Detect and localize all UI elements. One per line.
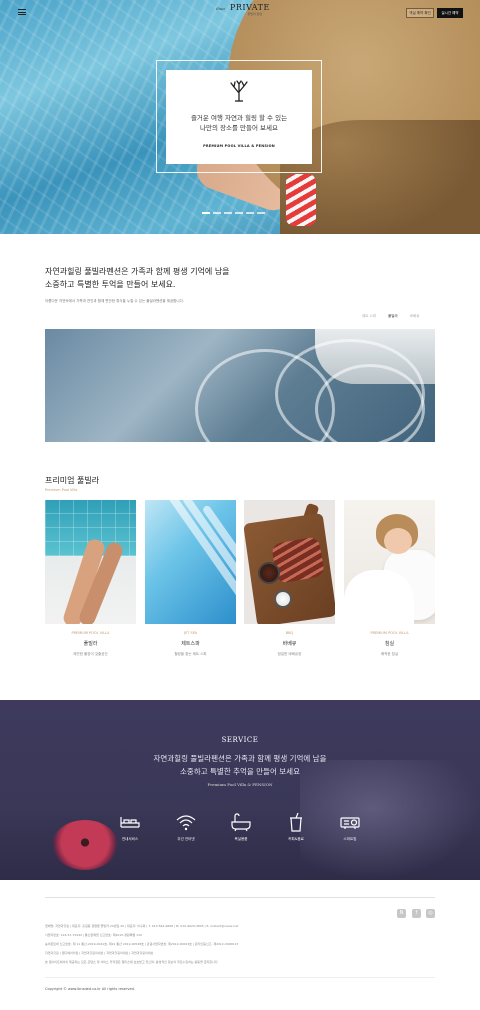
service-label: 무선 인터넷 bbox=[177, 837, 195, 841]
tab-jet-spa[interactable]: 제트 스파 bbox=[362, 314, 376, 319]
intro-title-line1: 자연과힐링 풀빌라펜션은 가족과 함께 평생 기억에 남을 bbox=[45, 267, 230, 276]
pepper-bowl-detail bbox=[258, 562, 280, 584]
slide-dot[interactable] bbox=[235, 212, 243, 214]
sns-glyph: f bbox=[412, 909, 421, 918]
logo-script: ihuo bbox=[216, 6, 225, 11]
service-item: 욕실용품 bbox=[216, 812, 266, 842]
footer-license-info: 농어촌민박 신고번호: 제 11 통산-2019-0041호, 제21 통산 2… bbox=[45, 942, 239, 946]
card-title: 바베큐 bbox=[282, 641, 297, 647]
service-item: 스마트빔 bbox=[325, 812, 375, 842]
service-item: 안내서비스 bbox=[105, 812, 155, 842]
card-description: 정갈한 바베큐장 bbox=[277, 652, 302, 656]
service-item: 커피&음료 bbox=[271, 812, 321, 842]
card-description: 깨끗한 풀장이 갖출공간 bbox=[73, 652, 108, 656]
room-card[interactable]: BBQ 바베큐 정갈한 바베큐장 bbox=[244, 500, 335, 656]
face-detail bbox=[384, 528, 412, 554]
footer-divider bbox=[45, 977, 435, 978]
bedroom-photo bbox=[344, 500, 435, 624]
room-card[interactable]: PREMIUM POOL VILLA 침실 쾌적한 침실 bbox=[344, 500, 435, 656]
service-label: 커피&음료 bbox=[288, 837, 304, 841]
room-card[interactable]: JET SPA 제트스파 힐링을 찾는 제트 스파 bbox=[145, 500, 236, 656]
blanket-detail bbox=[344, 570, 414, 624]
jet-spa-photo bbox=[145, 500, 236, 624]
slider-indicator bbox=[202, 212, 265, 214]
bbq-photo bbox=[244, 500, 335, 624]
service-section: SERVICE 자연과힐링 풀빌라펜션은 가족과 함께 평생 기억에 남을 소중… bbox=[0, 700, 480, 880]
instagram-icon[interactable]: ◎ bbox=[426, 909, 435, 918]
hero-caption-box: 즐거운 여행 자연과 힐링 할 수 있는 나만의 장소를 만들어 보세요 PRE… bbox=[166, 70, 312, 164]
logo-title: PRIVATE bbox=[230, 3, 270, 12]
card-description: 힐링을 찾는 제트 스파 bbox=[174, 652, 207, 656]
pool-villa-photo bbox=[45, 500, 136, 624]
facility-feature-image bbox=[45, 329, 435, 442]
card-category: BBQ bbox=[285, 631, 294, 635]
footer-copyright-notice: 본 웹사이트에서의 제공되는 모든 콘텐츠 및 서비스 저작권은 웹리츠에 보호… bbox=[45, 960, 218, 964]
tree-icon bbox=[230, 80, 248, 102]
facility-tabs: 제트 스파 풀빌라 바베큐 bbox=[362, 314, 419, 319]
premium-section-subtitle: Premium Pool Villa bbox=[45, 488, 78, 492]
card-title: 제트스파 bbox=[181, 641, 200, 647]
coffee-cup-icon bbox=[290, 812, 302, 832]
slide-dot[interactable] bbox=[213, 212, 221, 214]
footer-business-number: 사업자번호: 124-57-75442 | 통신판매업 신고번호: 제2015-… bbox=[45, 933, 142, 937]
room-card[interactable]: PREMIUM POOL VILLA 풀빌라 깨끗한 풀장이 갖출공간 bbox=[45, 500, 136, 656]
facebook-icon[interactable]: f bbox=[412, 909, 421, 918]
projector-icon bbox=[340, 817, 360, 829]
tab-bbq[interactable]: 바베큐 bbox=[410, 314, 420, 319]
service-item: 무선 인터넷 bbox=[161, 812, 211, 842]
reservation-check-button[interactable]: 객실 예약 확인 bbox=[406, 8, 434, 18]
intro-title-line2: 소중하고 특별한 투억을 만들어 보세요. bbox=[45, 280, 176, 289]
salt-bowl-detail bbox=[274, 590, 292, 608]
site-logo[interactable]: ihuo PRIVATE 풀빌라·펜션 bbox=[216, 3, 270, 16]
footer-divider bbox=[45, 897, 435, 898]
service-subtitle: Premium Pool Villa & PENSION bbox=[207, 782, 273, 787]
sns-glyph: ◎ bbox=[426, 909, 435, 918]
slide-dot[interactable] bbox=[202, 212, 210, 214]
swimsuit-photo-detail bbox=[286, 174, 316, 226]
wifi-icon bbox=[176, 815, 196, 831]
hamburger-icon[interactable] bbox=[18, 9, 26, 15]
premium-section-title: 프리미엄 풀빌라 bbox=[45, 476, 100, 485]
tab-pool-villa[interactable]: 풀빌라 bbox=[388, 314, 398, 319]
card-category: JET SPA bbox=[184, 631, 197, 635]
card-title: 침실 bbox=[384, 641, 395, 647]
slide-dot[interactable] bbox=[246, 212, 254, 214]
hero-headline-line2: 나만의 장소를 만들어 보세요 bbox=[200, 124, 278, 132]
slide-dot[interactable] bbox=[224, 212, 232, 214]
card-title: 풀빌라 bbox=[83, 641, 98, 647]
card-category: PREMIUM POOL VILLA bbox=[71, 631, 110, 635]
hero-banner: 즐거운 여행 자연과 힐링 할 수 있는 나만의 장소를 만들어 보세요 PRE… bbox=[0, 0, 480, 234]
card-description: 쾌적한 침실 bbox=[380, 652, 399, 656]
service-headline-line2: 소중하고 특별한 추억을 만들어 보세요 bbox=[180, 767, 300, 776]
service-label: 안내서비스 bbox=[121, 837, 139, 841]
bed-icon bbox=[120, 817, 140, 828]
card-category: PREMIUM POOL VILLA bbox=[370, 631, 409, 635]
copyright-text: Copyright © www.ibnsded.co.kr All rights… bbox=[45, 987, 135, 991]
service-headline-line1: 자연과힐링 풀빌라펜션은 가족과 함께 평생 기억에 남을 bbox=[153, 754, 327, 763]
bathtub-icon bbox=[231, 813, 251, 832]
site-header: ihuo PRIVATE 풀빌라·펜션 객실 예약 확인 실시간 예약 bbox=[0, 0, 480, 24]
footer-links[interactable]: 자연과힐링 | 웹디에이치월 | 자연과힐링의세상 | 자연과힐링의세상 | 자… bbox=[45, 951, 153, 955]
hero-headline-line1: 즐거운 여행 자연과 힐링 할 수 있는 bbox=[190, 114, 288, 122]
slide-dot[interactable] bbox=[257, 212, 265, 214]
intro-description: 아름다운 자연속에서 가족과 연인과 함께 편안한 휴식을 누릴 수 있는 풀빌… bbox=[45, 299, 184, 303]
hero-subtitle: PREMIUM POOL VILLA & PENSION bbox=[203, 144, 275, 148]
footer-company-info: 업체명: 자연과힐링 | 대표자: 홍길동 정말펜 풀빌라 20번길 20 | … bbox=[45, 924, 239, 928]
logo-subtitle: 풀빌라·펜션 bbox=[247, 12, 263, 16]
service-label: 욕실용품 bbox=[234, 837, 248, 841]
service-label: 스마트빔 bbox=[343, 837, 357, 841]
sns-glyph: N bbox=[397, 909, 406, 918]
realtime-booking-button[interactable]: 실시간 예약 bbox=[437, 8, 463, 18]
service-title: SERVICE bbox=[221, 736, 259, 744]
naver-blog-icon[interactable]: N bbox=[397, 909, 406, 918]
